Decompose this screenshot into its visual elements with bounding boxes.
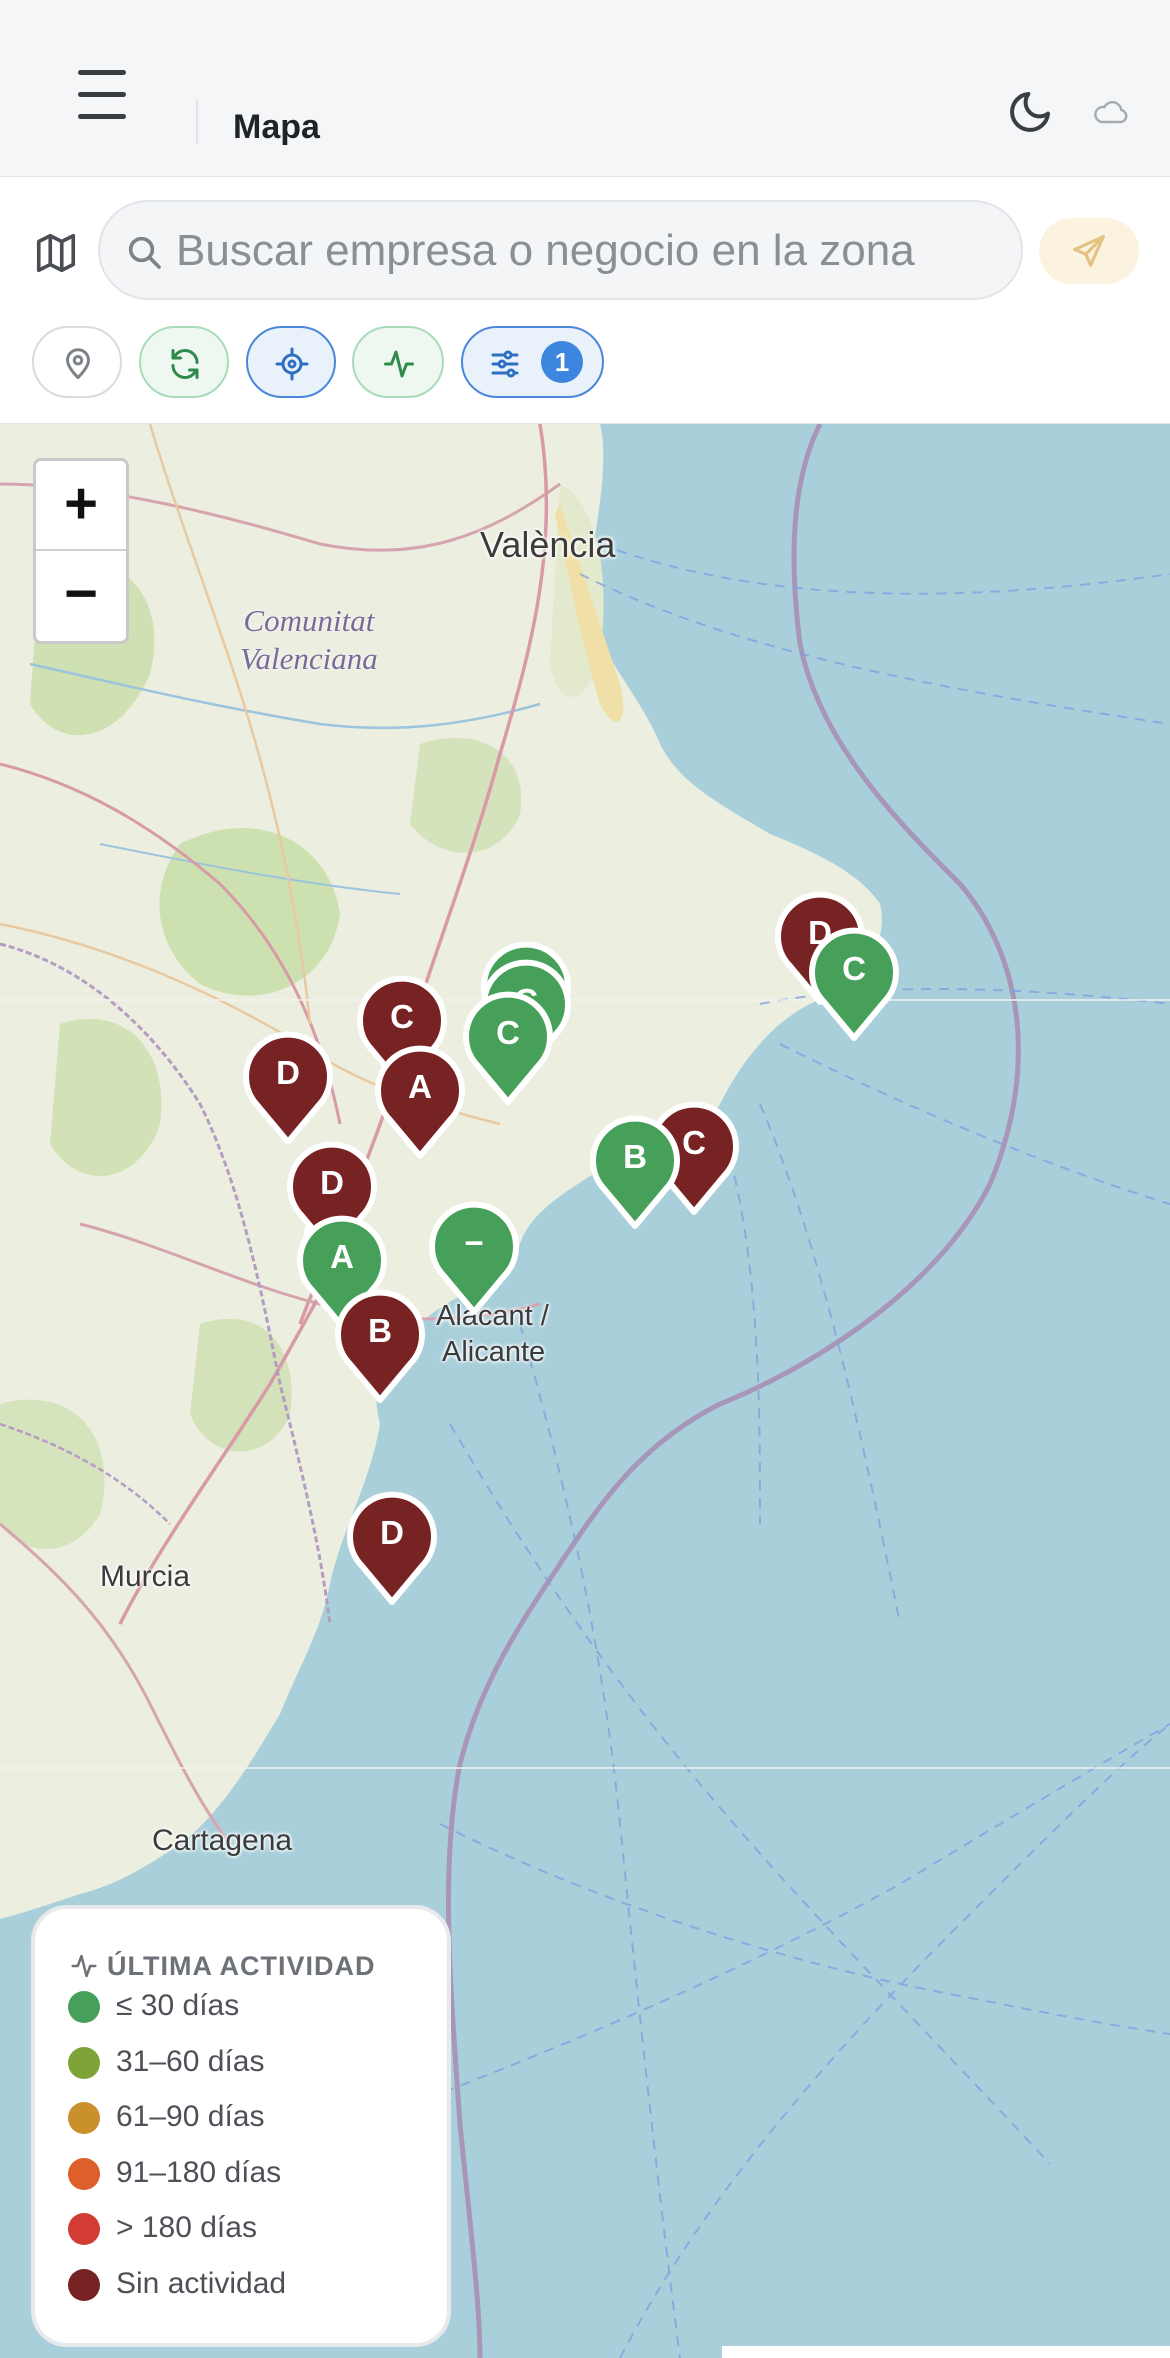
legend-item-label: 91–180 días xyxy=(116,2155,282,2189)
map-marker[interactable]: D xyxy=(342,1490,442,1608)
my-location-button[interactable] xyxy=(246,326,336,398)
sliders-icon xyxy=(491,350,519,378)
map-marker[interactable]: D xyxy=(238,1030,338,1148)
location-filter-button[interactable] xyxy=(32,326,122,398)
marker-label: D xyxy=(320,1164,344,1201)
legend-item-label: Sin actividad xyxy=(116,2266,287,2300)
city-label-valencia: València xyxy=(480,524,616,565)
map-marker[interactable]: C xyxy=(804,926,904,1044)
refresh-icon xyxy=(171,349,199,379)
marker-label: D xyxy=(276,1054,300,1091)
city-label-murcia: Murcia xyxy=(100,1560,191,1593)
legend-item-label: > 180 días xyxy=(116,2211,257,2244)
city-label-cartagena: Cartagena xyxy=(152,1824,293,1857)
zoom-in-button[interactable]: + xyxy=(36,461,126,551)
map-marker[interactable]: B xyxy=(330,1288,430,1406)
map-marker[interactable]: B xyxy=(585,1114,685,1232)
zoom-out-button[interactable]: − xyxy=(36,551,126,641)
legend-color-dot xyxy=(68,2102,100,2134)
map-marker[interactable]: − xyxy=(424,1200,524,1318)
page-title: Mapa xyxy=(233,108,320,146)
search-icon xyxy=(128,236,161,269)
map-marker[interactable]: C xyxy=(458,990,558,1108)
legend-color-dot xyxy=(68,1991,100,2023)
legend-title: ÚLTIMA ACTIVIDAD xyxy=(107,1951,376,1981)
send-icon xyxy=(1073,235,1105,267)
filter-count-badge: 1 xyxy=(541,341,583,383)
map-icon[interactable] xyxy=(33,230,79,276)
marker-label: A xyxy=(330,1238,354,1275)
activity-icon xyxy=(384,350,414,378)
legend-item-label: 61–90 días xyxy=(116,2100,265,2133)
filters-button[interactable]: 1 xyxy=(461,326,604,398)
marker-label: D xyxy=(380,1514,404,1551)
marker-label: B xyxy=(368,1312,392,1349)
marker-label: C xyxy=(496,1014,520,1051)
crosshair-icon xyxy=(275,347,309,381)
region-label-line1: Comunitat xyxy=(243,603,375,638)
region-label-line2: Valenciana xyxy=(240,641,378,676)
city-label-alicante: Alicante xyxy=(442,1336,546,1368)
locate-send-button[interactable] xyxy=(1039,218,1139,284)
zoom-control: + − xyxy=(33,458,129,644)
menu-icon[interactable] xyxy=(78,70,126,120)
activity-button[interactable] xyxy=(352,326,444,398)
top-bar: Mapa xyxy=(0,0,1170,177)
legend-color-dot xyxy=(68,2268,100,2301)
legend-color-dot xyxy=(68,2046,100,2079)
search-input[interactable] xyxy=(176,216,1006,286)
map-attribution xyxy=(722,2346,1170,2358)
activity-legend: ÚLTIMA ACTIVIDAD ≤ 30 días 31–60 días 61–9… xyxy=(31,1905,451,2347)
cloud-icon xyxy=(1094,101,1128,124)
marker-label: − xyxy=(464,1224,484,1261)
moon-icon[interactable] xyxy=(1006,88,1054,136)
search-bar xyxy=(98,200,1023,300)
legend-item-label: 31–60 días xyxy=(116,2044,265,2078)
activity-icon xyxy=(71,1954,97,1978)
region-label: Comunitat Valenciana xyxy=(240,602,378,678)
legend-color-dot xyxy=(68,2157,100,2190)
refresh-button[interactable] xyxy=(139,326,229,398)
legend-color-dot xyxy=(68,2213,100,2245)
marker-label: C xyxy=(842,950,866,987)
marker-label: A xyxy=(408,1068,432,1105)
marker-label: C xyxy=(390,998,414,1035)
map-marker[interactable]: A xyxy=(370,1044,470,1162)
marker-label: B xyxy=(623,1138,647,1175)
legend-item-label: ≤ 30 días xyxy=(116,1989,240,2022)
location-pin-icon xyxy=(66,348,90,379)
header-divider xyxy=(196,100,198,144)
